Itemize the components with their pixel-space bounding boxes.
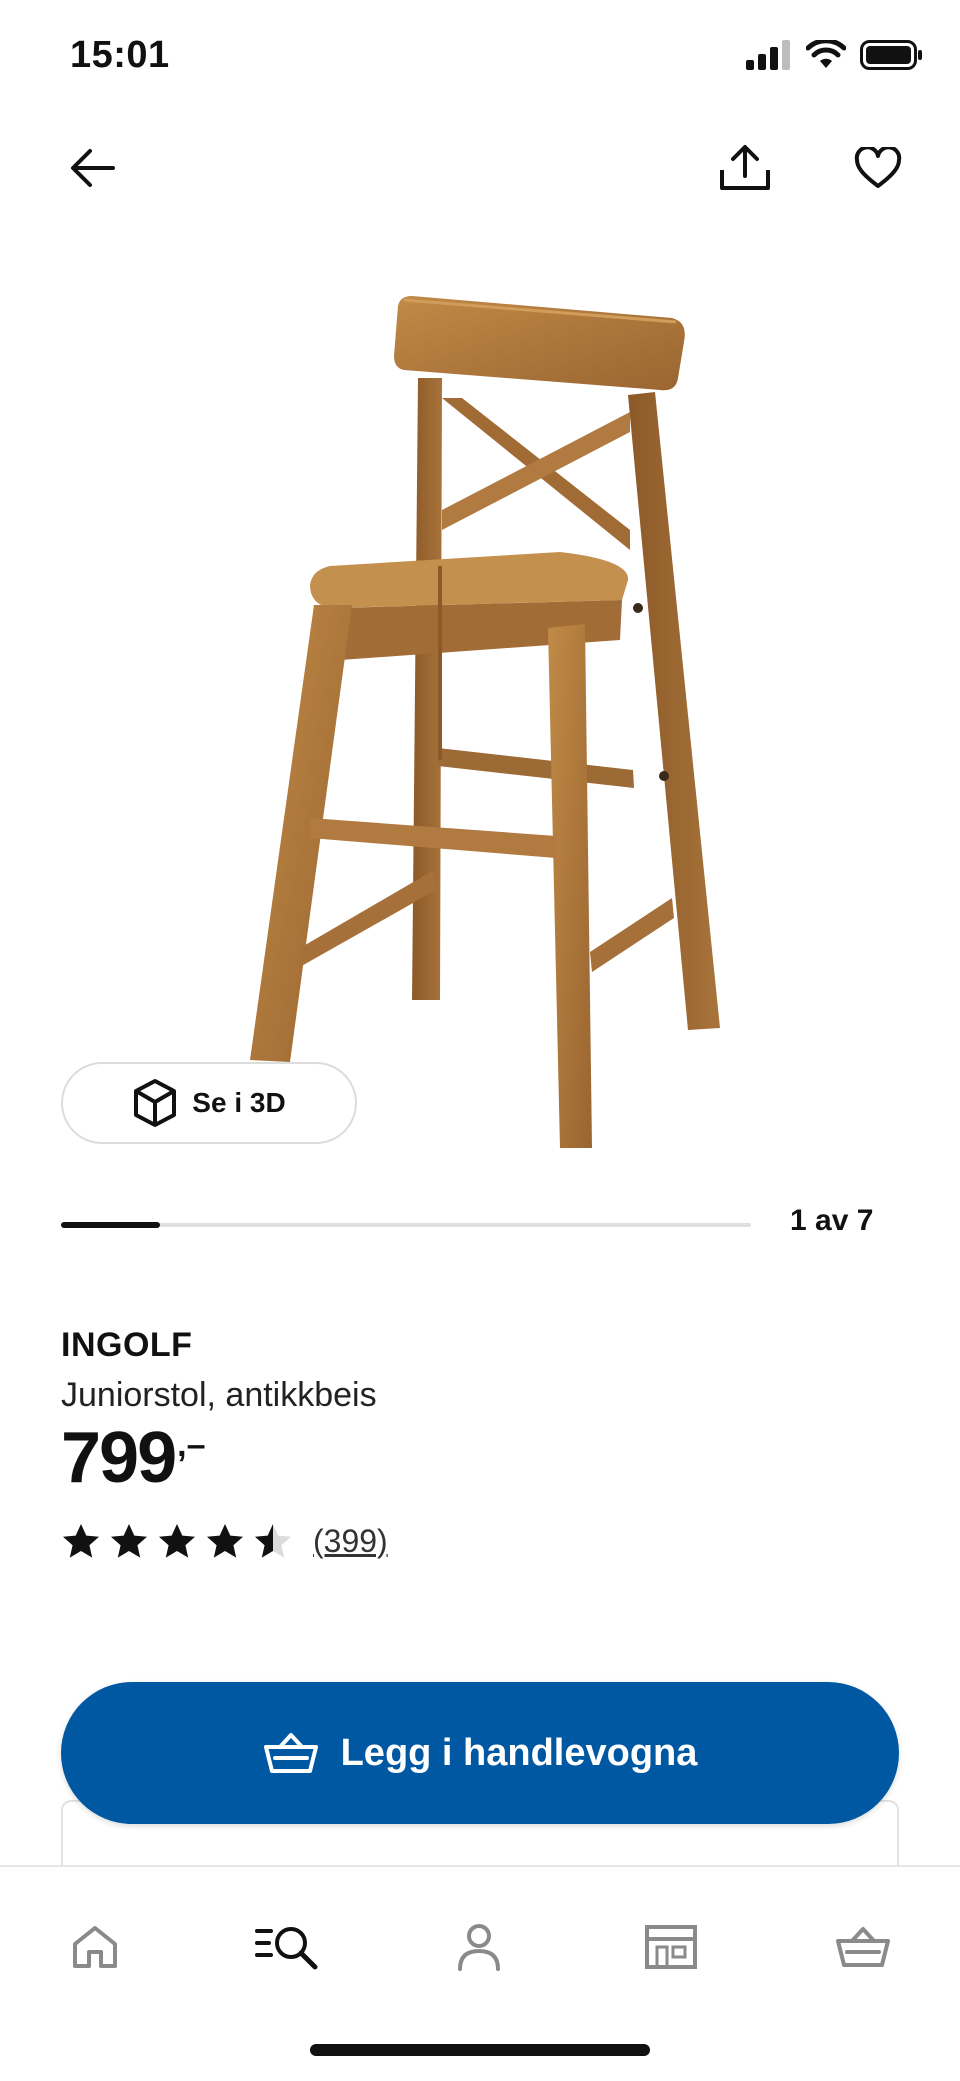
add-to-cart-label: Legg i handlevogna <box>340 1731 698 1774</box>
product-rating[interactable]: (399) <box>61 1522 388 1560</box>
cube-icon <box>134 1079 177 1127</box>
back-button[interactable] <box>52 128 132 208</box>
star-full-icon <box>111 1524 147 1558</box>
wifi-icon <box>806 40 846 68</box>
tab-profile[interactable] <box>434 1907 524 1987</box>
battery-icon <box>860 40 922 70</box>
home-indicator[interactable] <box>310 2044 650 2056</box>
share-icon <box>720 145 770 190</box>
view-in-3d-label: Se i 3D <box>192 1087 286 1118</box>
gallery-progress-fill <box>61 1222 160 1228</box>
status-icons <box>746 40 924 70</box>
share-button[interactable] <box>705 128 785 208</box>
heart-icon <box>854 147 902 188</box>
view-in-3d-button[interactable]: Se i 3D <box>61 1062 357 1144</box>
price-suffix: ,– <box>177 1426 206 1464</box>
cart-icon <box>836 1927 890 1967</box>
rating-stars <box>61 1522 293 1560</box>
status-time: 15:01 <box>70 34 170 76</box>
gallery-progress-bar <box>61 1222 751 1228</box>
basket-icon <box>263 1733 318 1773</box>
star-full-icon <box>207 1524 243 1558</box>
favorite-button[interactable] <box>838 128 918 208</box>
product-image[interactable] <box>150 250 810 1170</box>
star-half-icon <box>255 1524 291 1558</box>
review-count-link[interactable]: (399) <box>313 1523 388 1560</box>
tab-cart[interactable] <box>818 1907 908 1987</box>
tab-home[interactable] <box>50 1907 140 1987</box>
product-name: INGOLF <box>61 1326 193 1364</box>
search-icon <box>255 1927 318 1970</box>
add-to-cart-button[interactable]: Legg i handlevogna <box>61 1682 899 1824</box>
chair-illustration <box>250 296 720 1148</box>
star-full-icon <box>63 1524 99 1558</box>
store-icon <box>645 1925 697 1969</box>
home-icon <box>73 1926 117 1968</box>
gallery-counter: 1 av 7 <box>790 1204 874 1237</box>
product-price: 799 ,– <box>61 1422 206 1494</box>
tab-stores[interactable] <box>626 1907 716 1987</box>
person-icon <box>458 1924 500 1971</box>
tab-search[interactable] <box>242 1907 332 1987</box>
price-amount: 799 <box>61 1418 177 1498</box>
star-full-icon <box>159 1524 195 1558</box>
arrow-left-icon <box>71 149 115 187</box>
product-description: Juniorstol, antikkbeis <box>61 1376 377 1414</box>
cellular-signal-icon <box>746 40 790 70</box>
